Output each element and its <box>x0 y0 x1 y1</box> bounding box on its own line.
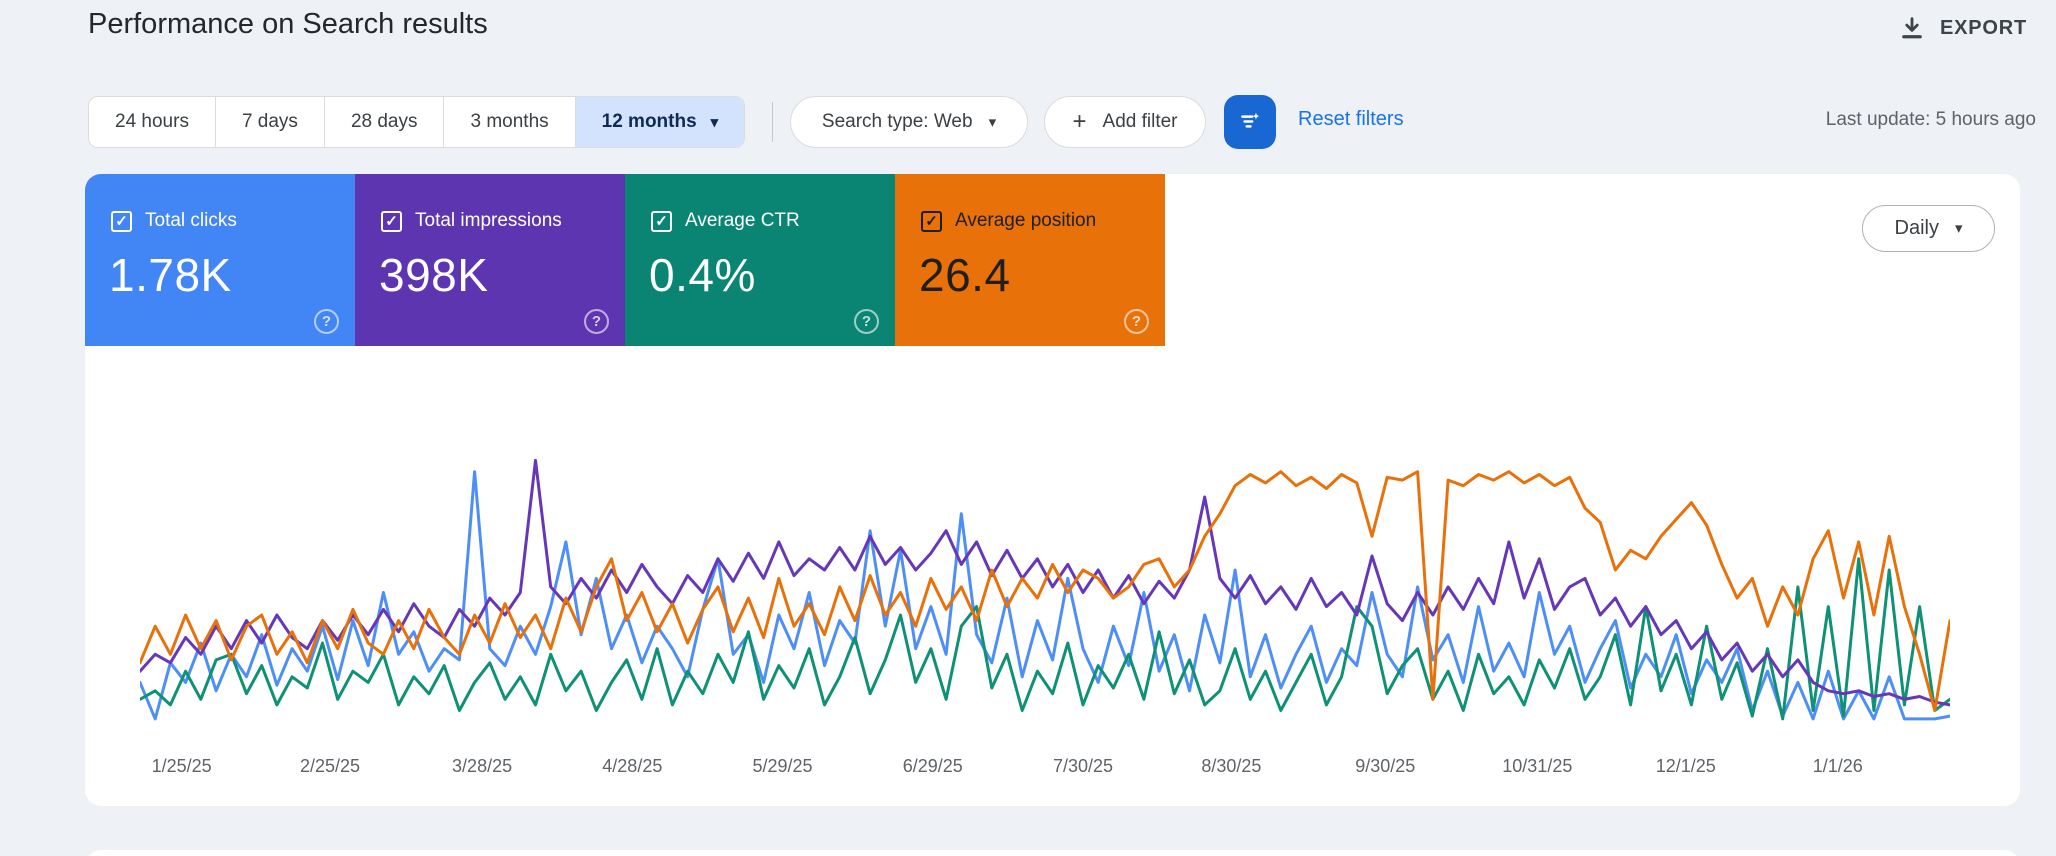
chart-canvas[interactable] <box>140 436 1950 745</box>
toolbar-divider <box>772 102 773 142</box>
plus-icon: + <box>1073 110 1087 134</box>
x-axis-tick-label: 6/29/25 <box>903 756 963 777</box>
x-axis-tick-label: 2/25/25 <box>300 756 360 777</box>
filter-settings-button[interactable] <box>1224 95 1276 149</box>
chevron-down-icon: ▾ <box>1955 221 1963 236</box>
check-icon: ✓ <box>115 214 128 229</box>
x-axis-tick-label: 7/30/25 <box>1053 756 1113 777</box>
metric-checkbox[interactable]: ✓ <box>921 211 942 232</box>
metric-checkbox[interactable]: ✓ <box>651 211 672 232</box>
x-axis-tick-label: 12/1/25 <box>1656 756 1716 777</box>
metric-value: 0.4% <box>649 248 756 302</box>
x-axis-tick-label: 5/29/25 <box>753 756 813 777</box>
date-range-segmented-control: 24 hours 7 days 28 days 3 months 12 mont… <box>88 96 745 148</box>
export-button[interactable]: EXPORT <box>1898 8 2027 48</box>
date-range-12-months[interactable]: 12 months ▾ <box>575 97 745 147</box>
granularity-dropdown[interactable]: Daily ▾ <box>1862 205 1995 252</box>
help-icon[interactable]: ? <box>1124 309 1149 334</box>
metric-tiles: ✓ Total clicks 1.78K ? ✓ Total impressio… <box>85 174 1165 346</box>
check-icon: ✓ <box>655 214 668 229</box>
metric-label: Total clicks <box>145 210 237 232</box>
date-range-7-days[interactable]: 7 days <box>215 97 324 147</box>
add-filter-button[interactable]: + Add filter <box>1044 96 1206 148</box>
metric-value: 1.78K <box>109 248 232 302</box>
metric-tile-total-impressions[interactable]: ✓ Total impressions 398K ? <box>355 174 625 346</box>
next-section-card-top <box>85 850 2020 856</box>
metric-label: Average CTR <box>685 210 800 232</box>
help-icon[interactable]: ? <box>584 309 609 334</box>
x-axis-tick-label: 1/25/25 <box>152 756 212 777</box>
filter-sparkle-icon <box>1237 108 1263 137</box>
metric-checkbox[interactable]: ✓ <box>381 211 402 232</box>
performance-line-chart[interactable] <box>140 436 1950 745</box>
help-icon[interactable]: ? <box>854 309 879 334</box>
search-type-label: Search type: Web <box>822 111 973 133</box>
chevron-down-icon: ▾ <box>989 115 997 130</box>
help-icon[interactable]: ? <box>314 309 339 334</box>
check-icon: ✓ <box>385 214 398 229</box>
granularity-label: Daily <box>1895 217 1939 240</box>
last-update-text: Last update: 5 hours ago <box>1826 109 2036 131</box>
date-range-12-months-label: 12 months <box>602 111 697 133</box>
export-label: EXPORT <box>1940 17 2027 40</box>
date-range-3-months[interactable]: 3 months <box>443 97 574 147</box>
page-title: Performance on Search results <box>88 8 488 41</box>
x-axis-tick-label: 3/28/25 <box>452 756 512 777</box>
filter-toolbar: 24 hours 7 days 28 days 3 months 12 mont… <box>0 96 2056 150</box>
x-axis-tick-label: 9/30/25 <box>1355 756 1415 777</box>
check-icon: ✓ <box>925 214 938 229</box>
search-type-dropdown[interactable]: Search type: Web ▾ <box>790 96 1028 148</box>
metric-label: Total impressions <box>415 210 562 232</box>
x-axis-tick-label: 8/30/25 <box>1201 756 1261 777</box>
metric-checkbox[interactable]: ✓ <box>111 211 132 232</box>
metric-tile-average-ctr[interactable]: ✓ Average CTR 0.4% ? <box>625 174 895 346</box>
x-axis-tick-label: 1/1/26 <box>1813 756 1863 777</box>
add-filter-label: Add filter <box>1103 111 1178 133</box>
reset-filters-link[interactable]: Reset filters <box>1298 108 1404 131</box>
x-axis-tick-label: 10/31/25 <box>1502 756 1572 777</box>
metric-tile-total-clicks[interactable]: ✓ Total clicks 1.78K ? <box>85 174 355 346</box>
metric-value: 398K <box>379 248 488 302</box>
performance-chart-card: ✓ Total clicks 1.78K ? ✓ Total impressio… <box>85 174 2020 806</box>
metric-value: 26.4 <box>919 248 1011 302</box>
metric-tile-average-position[interactable]: ✓ Average position 26.4 ? <box>895 174 1165 346</box>
metric-label: Average position <box>955 210 1096 232</box>
date-range-28-days[interactable]: 28 days <box>324 97 444 147</box>
chevron-down-icon: ▾ <box>711 115 719 130</box>
chart-line-average-position <box>140 472 1950 711</box>
download-icon <box>1898 14 1926 42</box>
x-axis-tick-label: 4/28/25 <box>602 756 662 777</box>
x-axis: 1/25/25 2/25/25 3/28/25 4/28/25 5/29/25 6/29/… <box>140 756 1950 782</box>
date-range-24-hours[interactable]: 24 hours <box>89 97 215 147</box>
